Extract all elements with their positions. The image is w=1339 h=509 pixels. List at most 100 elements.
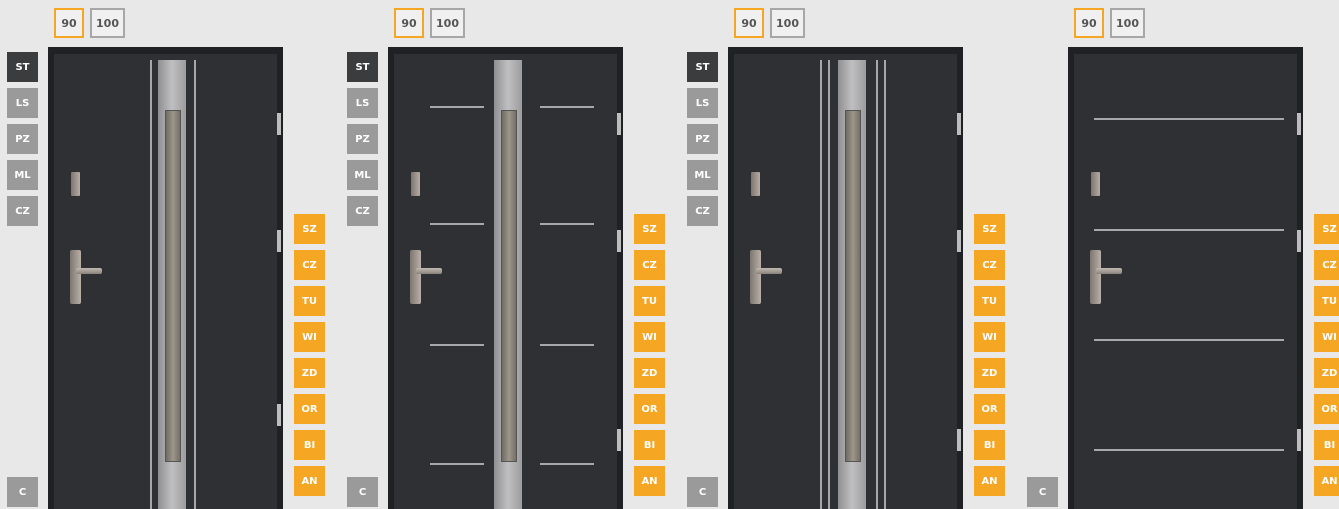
side-option-pz[interactable]: PZ — [7, 124, 38, 154]
hinge-icon — [957, 113, 961, 135]
frosted-glass — [845, 110, 861, 462]
lock-icon — [1091, 172, 1100, 196]
lock-icon — [411, 172, 420, 196]
side-option-pz[interactable]: PZ — [347, 124, 378, 154]
steel-strip — [430, 344, 484, 346]
door-preview — [728, 47, 963, 509]
color-option-an[interactable]: AN — [974, 466, 1005, 496]
size-90-button[interactable]: 90 — [1074, 8, 1104, 38]
color-option-bi[interactable]: BI — [974, 430, 1005, 460]
corner-option-c[interactable]: C — [7, 477, 38, 507]
color-option-or[interactable]: OR — [634, 394, 665, 424]
color-option-sz[interactable]: SZ — [294, 214, 325, 244]
color-option-wi[interactable]: WI — [1314, 322, 1339, 352]
color-option-wi[interactable]: WI — [634, 322, 665, 352]
color-option-an[interactable]: AN — [634, 466, 665, 496]
color-option-or[interactable]: OR — [1314, 394, 1339, 424]
frosted-glass — [501, 110, 517, 462]
door-preview — [48, 47, 283, 509]
color-option-tu[interactable]: TU — [634, 286, 665, 316]
color-option-sz[interactable]: SZ — [1314, 214, 1339, 244]
color-option-tu[interactable]: TU — [1314, 286, 1339, 316]
door-handle-icon — [1096, 268, 1122, 274]
glass-panel — [838, 60, 866, 509]
color-option-or[interactable]: OR — [974, 394, 1005, 424]
size-90-button[interactable]: 90 — [734, 8, 764, 38]
handle-plate — [70, 250, 81, 304]
side-option-cz[interactable]: CZ — [687, 196, 718, 226]
color-option-zd[interactable]: ZD — [634, 358, 665, 388]
size-100-button[interactable]: 100 — [90, 8, 125, 38]
size-90-button[interactable]: 90 — [394, 8, 424, 38]
door-handle-icon — [756, 268, 782, 274]
corner-option-c[interactable]: C — [687, 477, 718, 507]
lock-icon — [71, 172, 80, 196]
hinge-icon — [617, 429, 621, 451]
steel-strip — [1094, 229, 1284, 231]
steel-strip — [150, 60, 152, 509]
color-option-zd[interactable]: ZD — [974, 358, 1005, 388]
color-option-cz[interactable]: CZ — [294, 250, 325, 280]
color-option-sz[interactable]: SZ — [974, 214, 1005, 244]
handle-plate — [410, 250, 421, 304]
side-option-ml[interactable]: ML — [687, 160, 718, 190]
color-option-tu[interactable]: TU — [294, 286, 325, 316]
steel-strip — [430, 106, 484, 108]
color-option-cz[interactable]: CZ — [1314, 250, 1339, 280]
side-option-st[interactable]: ST — [687, 52, 718, 82]
color-option-or[interactable]: OR — [294, 394, 325, 424]
size-90-button[interactable]: 90 — [54, 8, 84, 38]
color-option-bi[interactable]: BI — [634, 430, 665, 460]
size-100-button[interactable]: 100 — [430, 8, 465, 38]
glass-panel — [494, 60, 522, 509]
color-option-sz[interactable]: SZ — [634, 214, 665, 244]
door-leaf — [1074, 54, 1297, 509]
hinge-icon — [1297, 113, 1301, 135]
side-option-ml[interactable]: ML — [7, 160, 38, 190]
handle-plate — [1090, 250, 1101, 304]
steel-strip — [1094, 339, 1284, 341]
hinge-icon — [1297, 429, 1301, 451]
door-config-panel-4: 90 100 C SZ CZ TU WI ZD OR BI AN — [1020, 0, 1339, 509]
size-100-button[interactable]: 100 — [770, 8, 805, 38]
side-option-ml[interactable]: ML — [347, 160, 378, 190]
color-option-zd[interactable]: ZD — [1314, 358, 1339, 388]
side-option-cz[interactable]: CZ — [347, 196, 378, 226]
steel-strip — [540, 344, 594, 346]
side-option-ls[interactable]: LS — [347, 88, 378, 118]
side-option-pz[interactable]: PZ — [687, 124, 718, 154]
door-config-panel-3: 90 100 ST LS PZ ML CZ C SZ CZ TU WI ZD O… — [680, 0, 1020, 509]
color-option-bi[interactable]: BI — [1314, 430, 1339, 460]
hinge-icon — [957, 429, 961, 451]
steel-strip — [820, 60, 822, 509]
side-option-ls[interactable]: LS — [7, 88, 38, 118]
door-config-panel-2: 90 100 ST LS PZ ML CZ C SZ CZ TU WI ZD O… — [340, 0, 680, 509]
color-option-cz[interactable]: CZ — [634, 250, 665, 280]
side-option-st[interactable]: ST — [7, 52, 38, 82]
steel-strip — [430, 463, 484, 465]
color-option-an[interactable]: AN — [294, 466, 325, 496]
color-option-wi[interactable]: WI — [974, 322, 1005, 352]
side-option-ls[interactable]: LS — [687, 88, 718, 118]
frosted-glass — [165, 110, 181, 462]
color-option-zd[interactable]: ZD — [294, 358, 325, 388]
handle-plate — [750, 250, 761, 304]
hinge-icon — [957, 230, 961, 252]
steel-strip — [1094, 449, 1284, 451]
lock-icon — [751, 172, 760, 196]
corner-option-c[interactable]: C — [1027, 477, 1058, 507]
steel-strip — [540, 223, 594, 225]
side-option-cz[interactable]: CZ — [7, 196, 38, 226]
side-option-st[interactable]: ST — [347, 52, 378, 82]
corner-option-c[interactable]: C — [347, 477, 378, 507]
door-leaf — [54, 54, 277, 509]
color-option-wi[interactable]: WI — [294, 322, 325, 352]
color-option-cz[interactable]: CZ — [974, 250, 1005, 280]
steel-strip — [194, 60, 196, 509]
color-option-tu[interactable]: TU — [974, 286, 1005, 316]
size-100-button[interactable]: 100 — [1110, 8, 1145, 38]
door-leaf — [734, 54, 957, 509]
hinge-icon — [277, 404, 281, 426]
color-option-bi[interactable]: BI — [294, 430, 325, 460]
color-option-an[interactable]: AN — [1314, 466, 1339, 496]
